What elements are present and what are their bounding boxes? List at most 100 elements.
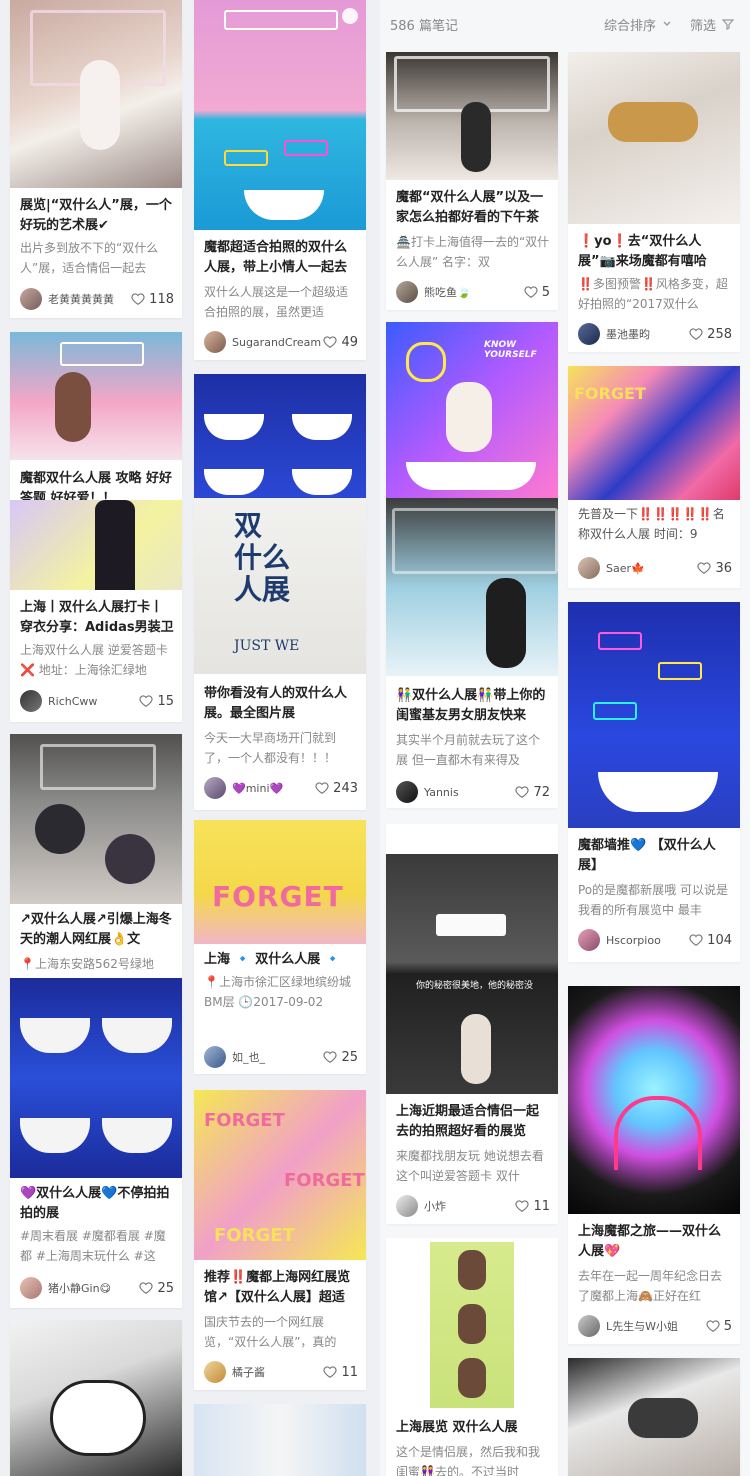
- author-name[interactable]: 小炸: [424, 1198, 515, 1214]
- like-button[interactable]: 25: [323, 1050, 358, 1065]
- note-title[interactable]: 上海近期最适合情侣一起去的拍照超好看的展览: [396, 1102, 550, 1142]
- avatar[interactable]: [204, 331, 226, 353]
- author-name[interactable]: Hscorpioo: [606, 934, 689, 947]
- note-card[interactable]: 魔都“双什么人展”以及一家怎么拍都好看的下午茶 🏯打卡上海值得一去的“双什么人展…: [386, 52, 558, 310]
- author-name[interactable]: 💜mini💜: [232, 782, 315, 795]
- note-title[interactable]: 上海丨双什么人展打卡丨穿衣分享：Adidas男装卫: [20, 598, 174, 638]
- note-title[interactable]: ↗双什么人展↗引爆上海冬天的潮人网红展👌文: [20, 910, 174, 950]
- note-card[interactable]: 上海丨双什么人展打卡丨穿衣分享：Adidas男装卫 上海双什么人展 逆爱答题卡❌…: [10, 500, 182, 722]
- note-card[interactable]: 魔都超适合拍照的双什么人展，带上小情人一起去 双什么人展这是一个超级适合拍照的展…: [194, 0, 366, 360]
- author-name[interactable]: Yannis: [424, 786, 515, 799]
- note-title[interactable]: 上海魔都之旅——双什么人展💖: [578, 1222, 732, 1262]
- like-button[interactable]: 36: [697, 561, 732, 576]
- note-cover-image[interactable]: [10, 978, 182, 1178]
- note-cover-image[interactable]: [194, 0, 366, 230]
- note-card[interactable]: FORGET 先普及一下‼️‼️‼️‼️‼️名称双什么人展 时间：9 Saer🍁…: [568, 366, 740, 588]
- note-card[interactable]: FORGET FORGET FORGET 推荐‼️魔都上海网红展览馆↗【双什么人…: [194, 1090, 366, 1390]
- note-title[interactable]: 魔都超适合拍照的双什么人展，带上小情人一起去: [204, 238, 358, 278]
- like-button[interactable]: 5: [524, 285, 550, 300]
- author-name[interactable]: L先生与W小姐: [606, 1318, 706, 1334]
- avatar[interactable]: [20, 690, 42, 712]
- note-cover-image[interactable]: FORGET: [568, 366, 740, 500]
- like-button[interactable]: 25: [139, 1281, 174, 1296]
- author-name[interactable]: SugarandCream: [232, 336, 323, 349]
- avatar[interactable]: [204, 1361, 226, 1383]
- note-card[interactable]: FORGET 上海 🔹 双什么人展 🔹 📍上海市徐汇区绿地缤纷城BM层 🕒201…: [194, 820, 366, 1074]
- author-name[interactable]: 墨池墨昀: [606, 326, 689, 342]
- author-name[interactable]: 如_也_: [232, 1049, 323, 1065]
- like-button[interactable]: 11: [323, 1365, 358, 1380]
- note-card[interactable]: ❗yo❗去“双什么人展”📷来场魔都有嘻哈 ‼️多图预警‼️风格多变，超好拍照的“…: [568, 52, 740, 352]
- note-cover-image[interactable]: [386, 52, 558, 180]
- note-card[interactable]: [568, 1358, 740, 1476]
- note-title[interactable]: 💜双什么人展💙不停拍拍拍的展: [20, 1184, 174, 1224]
- like-button[interactable]: 258: [689, 327, 732, 342]
- avatar[interactable]: [578, 929, 600, 951]
- avatar[interactable]: [396, 281, 418, 303]
- note-cover-image[interactable]: [386, 498, 558, 676]
- note-card[interactable]: 上海展览 双什么人展 这个是情侣展，然后我和我闺蜜👭去的。不过当时: [386, 1238, 558, 1476]
- note-card[interactable]: [10, 1320, 182, 1476]
- note-card[interactable]: 👫双什么人展👫带上你的闺蜜基友男女朋友快来 其实半个月前就去玩了这个展 但一直都…: [386, 498, 558, 808]
- note-title[interactable]: 推荐‼️魔都上海网红展览馆↗【双什么人展】超适: [204, 1268, 358, 1308]
- author-name[interactable]: 熊吃鱼🍃: [424, 284, 524, 300]
- note-cover-image[interactable]: FORGET: [194, 820, 366, 944]
- note-card[interactable]: 魔都双什么人展 攻略 好好答题 好好爱！！: [10, 332, 182, 500]
- note-cover-image[interactable]: FORGET FORGET FORGET: [194, 1090, 366, 1260]
- note-card[interactable]: 展览|“双什么人”展，一个好玩的艺术展✔ 出片多到放不下的“双什么人”展，适合情…: [10, 0, 182, 318]
- author-name[interactable]: 猪小静Gin😋: [48, 1280, 139, 1296]
- author-name[interactable]: RichCww: [48, 695, 139, 708]
- author-name[interactable]: 橘子酱: [232, 1364, 323, 1380]
- note-cover-image[interactable]: [10, 0, 182, 188]
- note-cover-image[interactable]: [194, 374, 366, 498]
- like-button[interactable]: 15: [139, 694, 174, 709]
- author-name[interactable]: 老黄黄黄黄黄: [48, 291, 131, 307]
- like-button[interactable]: 118: [131, 292, 174, 307]
- avatar[interactable]: [578, 557, 600, 579]
- avatar[interactable]: [396, 781, 418, 803]
- note-card[interactable]: KNOW YOURSELF: [386, 322, 558, 498]
- like-button[interactable]: 11: [515, 1199, 550, 1214]
- note-title[interactable]: 上海 🔹 双什么人展 🔹: [204, 950, 358, 970]
- note-title[interactable]: 魔都双什么人展 攻略 好好答题 好好爱！！: [20, 469, 174, 500]
- like-button[interactable]: 5: [706, 1319, 732, 1334]
- sort-dropdown[interactable]: 综合排序: [604, 15, 672, 34]
- note-cover-image[interactable]: [10, 734, 182, 904]
- avatar[interactable]: [578, 323, 600, 345]
- note-card[interactable]: [194, 374, 366, 498]
- note-cover-image[interactable]: [430, 1242, 514, 1408]
- note-cover-image[interactable]: 你的秘密很美地，他的秘密没: [386, 854, 558, 1094]
- like-button[interactable]: 49: [323, 335, 358, 350]
- avatar[interactable]: [204, 1046, 226, 1068]
- note-cover-image[interactable]: [568, 52, 740, 224]
- note-title[interactable]: 带你看没有人的双什么人展。最全图片展: [204, 684, 358, 724]
- avatar[interactable]: [578, 1315, 600, 1337]
- note-title[interactable]: 魔都墙推💙 【双什么人展】: [578, 836, 732, 876]
- avatar[interactable]: [20, 288, 42, 310]
- like-button[interactable]: 104: [689, 933, 732, 948]
- note-card[interactable]: 双 什么 人展 JUST WE 带你看没有人的双什么人展。最全图片展 今天一大早…: [194, 498, 366, 810]
- note-cover-image[interactable]: [10, 500, 182, 590]
- note-cover-image[interactable]: [10, 332, 182, 460]
- like-button[interactable]: 72: [515, 785, 550, 800]
- like-button[interactable]: 243: [315, 781, 358, 796]
- note-card[interactable]: 💜双什么人展💙不停拍拍拍的展 #周末看展 #魔都看展 #魔都 #上海周末玩什么 …: [10, 978, 182, 1308]
- note-title[interactable]: 👫双什么人展👫带上你的闺蜜基友男女朋友快来: [396, 686, 550, 726]
- note-card[interactable]: ↗双什么人展↗引爆上海冬天的潮人网红展👌文 📍上海东安路562号绿地: [10, 734, 182, 978]
- note-card[interactable]: 魔都墙推💙 【双什么人展】 Po的是魔都新展哦 可以说是我看的所有展览中 最丰 …: [568, 602, 740, 962]
- note-card[interactable]: [194, 1404, 366, 1476]
- filter-button[interactable]: 筛选: [690, 15, 735, 34]
- note-title[interactable]: ❗yo❗去“双什么人展”📷来场魔都有嘻哈: [578, 232, 732, 272]
- note-title[interactable]: 上海展览 双什么人展: [396, 1418, 550, 1438]
- note-cover-image[interactable]: KNOW YOURSELF: [386, 322, 558, 498]
- note-cover-image[interactable]: [568, 1358, 740, 1476]
- note-card[interactable]: 你的秘密很美地，他的秘密没 上海近期最适合情侣一起去的拍照超好看的展览 来魔都找…: [386, 824, 558, 1224]
- note-card[interactable]: 上海魔都之旅——双什么人展💖 去年在一起一周年纪念日去了魔都上海🙈正好在红 L先…: [568, 986, 740, 1344]
- note-title[interactable]: 展览|“双什么人”展，一个好玩的艺术展✔: [20, 196, 174, 236]
- note-cover-image[interactable]: [10, 1320, 182, 1476]
- note-cover-image[interactable]: [568, 986, 740, 1214]
- avatar[interactable]: [20, 1277, 42, 1299]
- avatar[interactable]: [396, 1195, 418, 1217]
- note-title[interactable]: 魔都“双什么人展”以及一家怎么拍都好看的下午茶: [396, 188, 550, 228]
- note-cover-image[interactable]: [568, 602, 740, 828]
